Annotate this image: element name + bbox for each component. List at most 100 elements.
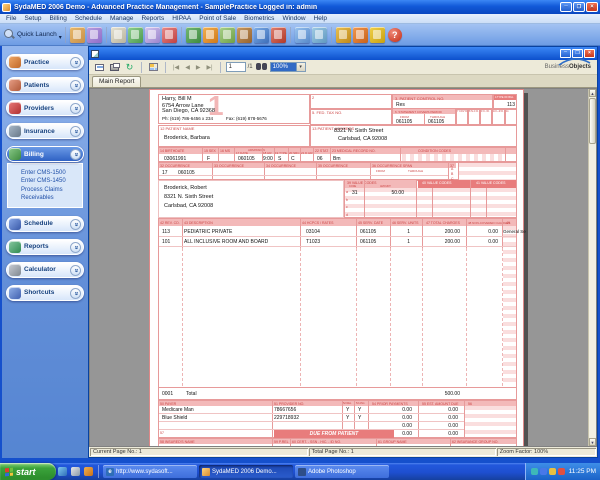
report-close-button[interactable] <box>584 49 595 58</box>
chevron-down-icon[interactable] <box>70 288 81 299</box>
people-globe-icon[interactable] <box>186 27 201 43</box>
chevron-down-icon[interactable] <box>70 219 81 230</box>
chevron-up-icon[interactable] <box>70 149 81 160</box>
zoom-value[interactable]: 100% <box>271 63 296 71</box>
clipboard-icon[interactable] <box>111 27 126 43</box>
task-ie-window[interactable]: e http://www.sydasoft... <box>103 465 197 478</box>
export-button[interactable] <box>93 61 106 73</box>
scroll-down-icon[interactable] <box>589 438 596 446</box>
chart-icon[interactable] <box>336 27 351 43</box>
refresh-button[interactable] <box>123 61 136 73</box>
practice-folder-icon[interactable] <box>70 27 85 43</box>
sidebar-item-billing[interactable]: Billing <box>6 146 84 162</box>
menu-reports[interactable]: Reports <box>137 15 168 22</box>
sidebar-item-schedule[interactable]: Schedule <box>6 216 84 232</box>
report-minimize-button[interactable] <box>560 49 571 58</box>
chevron-down-icon[interactable] <box>70 103 81 114</box>
chevron-down-icon[interactable] <box>70 242 81 253</box>
link-process-claims[interactable]: Process Claims <box>21 187 82 193</box>
scrollbar-thumb[interactable] <box>589 98 596 144</box>
menu-hipaa[interactable]: HIPAA <box>168 15 195 22</box>
link-enter-cms-1450[interactable]: Enter CMS-1450 <box>21 178 82 184</box>
payment-coin-icon[interactable] <box>203 27 218 43</box>
sidebar-item-patients[interactable]: Patients <box>6 77 84 93</box>
claims-grid-icon[interactable] <box>220 27 235 43</box>
show-desktop-icon[interactable] <box>71 467 80 476</box>
task-sydamed-window[interactable]: SydaMED 2006 Demo... <box>199 465 293 478</box>
group-tree-button[interactable] <box>147 61 160 73</box>
menu-point-of-sale[interactable]: Point of Sale <box>195 15 240 22</box>
vertical-scrollbar[interactable] <box>588 89 596 446</box>
report-viewport[interactable]: 1 Harry, Bill M 6754 Arrow Lane San Dieg… <box>89 88 597 447</box>
insurance-icon <box>9 125 21 137</box>
report-list-icon[interactable] <box>312 27 327 43</box>
chevron-down-icon[interactable] <box>70 265 81 276</box>
toolbar-separator <box>141 62 142 73</box>
lock-icon[interactable] <box>370 27 385 43</box>
sidebar-item-calculator[interactable]: Calculator <box>6 262 84 278</box>
payer1-due: 0.00 <box>432 407 458 413</box>
menu-setup[interactable]: Setup <box>20 15 45 22</box>
zoom-dropdown-icon[interactable] <box>296 63 305 71</box>
chevron-down-icon[interactable] <box>70 126 81 137</box>
report-restore-button[interactable] <box>572 49 583 58</box>
close-button[interactable] <box>586 2 598 12</box>
tab-main-report[interactable]: Main Report <box>92 76 141 87</box>
user-icon[interactable] <box>271 27 286 43</box>
chevron-down-icon[interactable] <box>70 57 81 68</box>
previous-page-button[interactable] <box>183 64 192 71</box>
sidebar-item-providers[interactable]: Providers <box>6 100 84 116</box>
menu-biometrics[interactable]: Biometrics <box>240 15 278 22</box>
report-clock-icon[interactable] <box>295 27 310 43</box>
tray-volume-icon[interactable] <box>549 468 556 475</box>
box2 <box>310 94 392 109</box>
sidebar-item-reports[interactable]: Reports <box>6 239 84 255</box>
chevron-down-icon[interactable] <box>70 80 81 91</box>
box11-label: 11 <box>506 110 509 114</box>
start-button[interactable]: start <box>0 463 56 480</box>
menu-manage[interactable]: Manage <box>106 15 138 22</box>
link-receivables[interactable]: Receivables <box>21 195 82 201</box>
monitor-calendar-icon[interactable] <box>353 27 368 43</box>
ie-quicklaunch-icon[interactable] <box>58 467 67 476</box>
quick-launch-dropdown-icon[interactable] <box>59 26 62 44</box>
first-page-button[interactable] <box>171 64 181 71</box>
menu-help[interactable]: Help <box>310 15 331 22</box>
tray-messenger-icon[interactable] <box>540 468 547 475</box>
sidebar-item-insurance[interactable]: Insurance <box>6 123 84 139</box>
link-enter-cms-1500[interactable]: Enter CMS-1500 <box>21 170 82 176</box>
patient-record-icon[interactable] <box>162 27 177 43</box>
value-row-b: b <box>346 198 348 202</box>
tray-network-icon[interactable] <box>531 468 538 475</box>
quick-launch-label[interactable]: Quick Launch <box>17 31 57 38</box>
tray-antivirus-icon[interactable] <box>558 468 565 475</box>
document-edit-icon[interactable] <box>145 27 160 43</box>
next-page-button[interactable] <box>194 64 203 71</box>
minimize-button[interactable] <box>560 2 572 12</box>
scroll-up-icon[interactable] <box>589 89 596 97</box>
media-player-icon[interactable] <box>84 467 93 476</box>
patient-folder-icon[interactable] <box>87 27 102 43</box>
svc2-charges: 200.00 <box>428 239 460 245</box>
print-button[interactable] <box>108 61 121 73</box>
sidebar-item-practice[interactable]: Practice <box>6 54 84 70</box>
menu-file[interactable]: File <box>2 15 20 22</box>
task-photoshop-window[interactable]: Adobe Photoshop <box>295 465 389 478</box>
find-button[interactable] <box>255 61 268 73</box>
last-page-button[interactable] <box>204 64 214 71</box>
sidebar-item-shortcuts[interactable]: Shortcuts <box>6 285 84 301</box>
payer1-name: Medicare Man <box>162 407 194 413</box>
folders-icon[interactable] <box>237 27 252 43</box>
col-provider-no: 51 PROVIDER NO. <box>274 402 304 406</box>
search-icon[interactable] <box>4 29 15 40</box>
menu-billing[interactable]: Billing <box>45 15 70 22</box>
workstation-icon[interactable] <box>254 27 269 43</box>
app-icon <box>2 3 11 12</box>
help-icon[interactable] <box>388 28 402 42</box>
menu-window[interactable]: Window <box>278 15 309 22</box>
menu-schedule[interactable]: Schedule <box>71 15 106 22</box>
patient-search-icon[interactable] <box>128 27 143 43</box>
zoom-combobox[interactable]: 100% <box>270 62 306 72</box>
maximize-button[interactable] <box>573 2 585 12</box>
page-number-input[interactable]: 1 <box>226 62 246 72</box>
